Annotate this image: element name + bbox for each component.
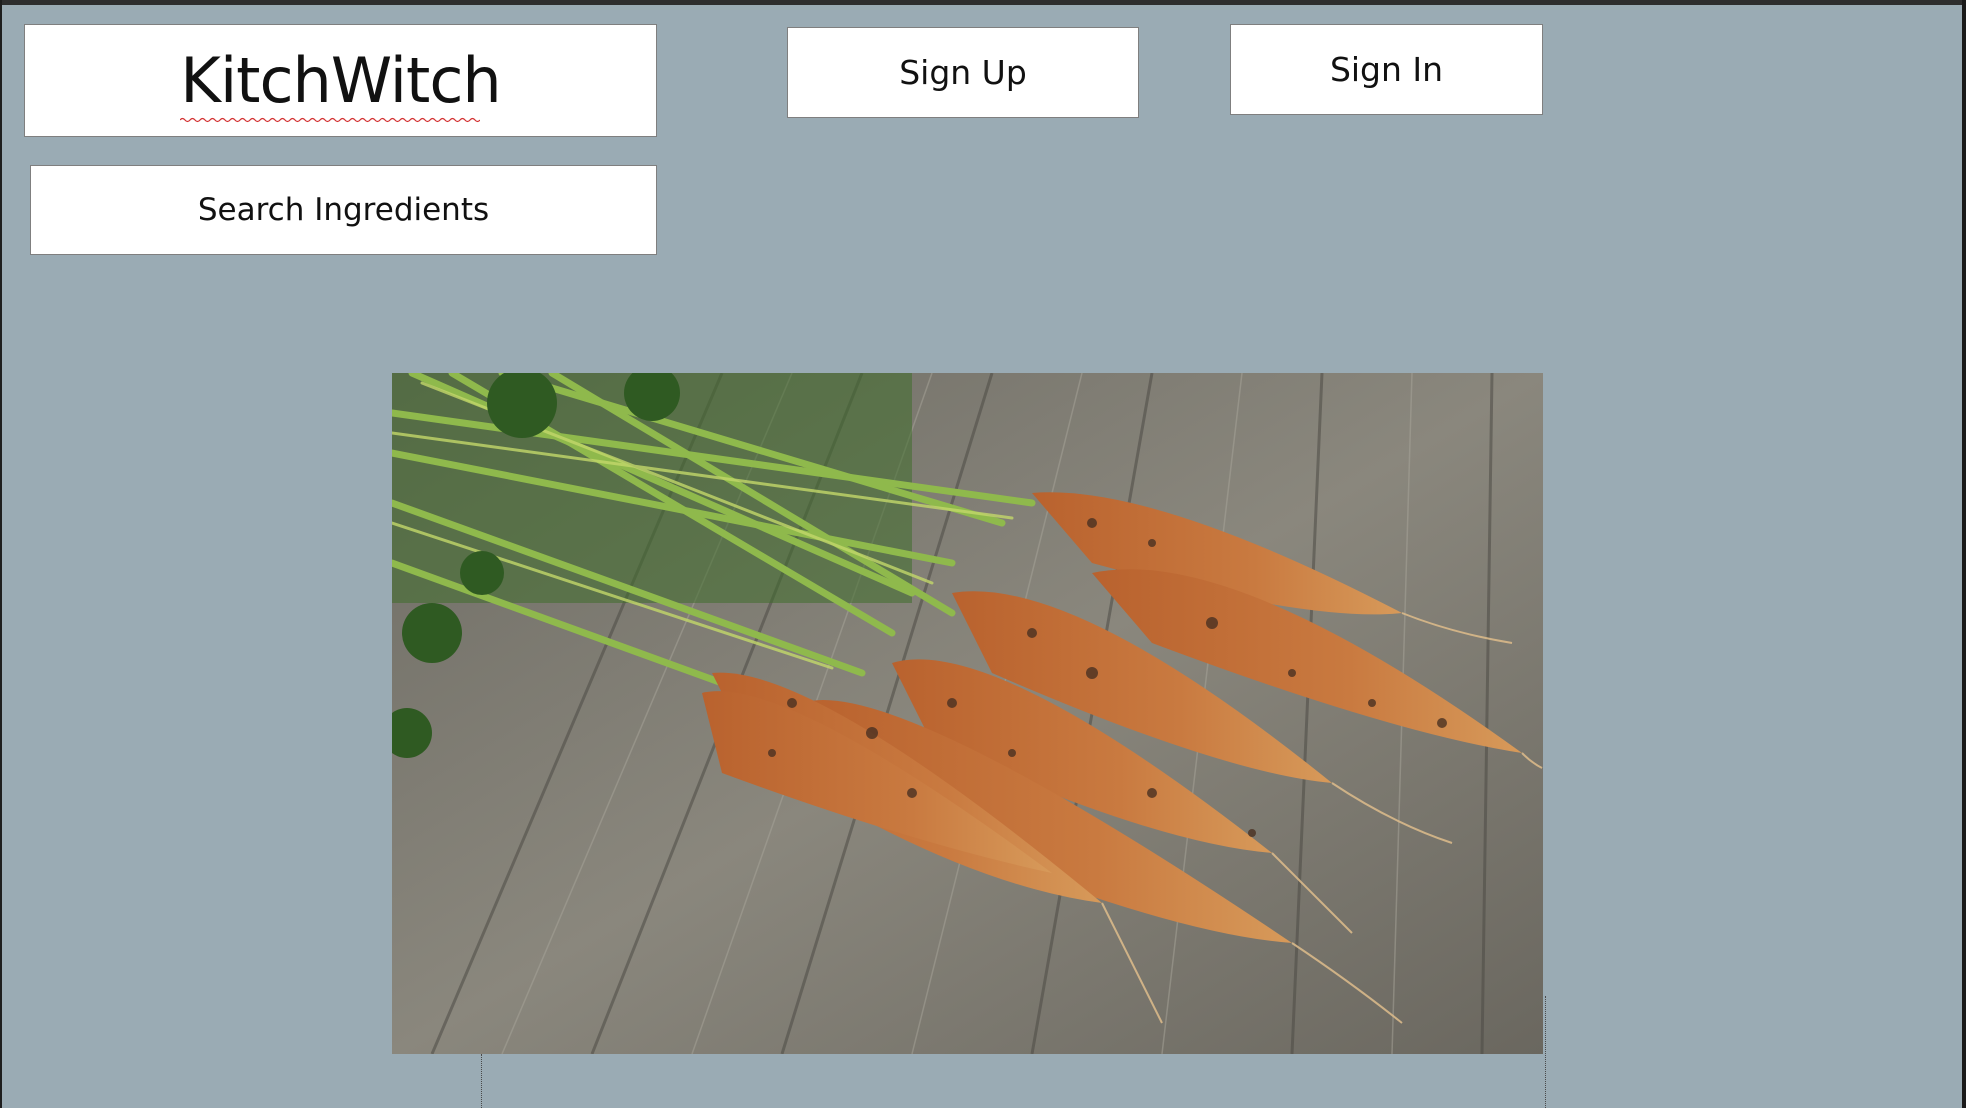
window-right-edge <box>1962 0 1966 1108</box>
logo-box: KitchWitch <box>24 24 657 137</box>
sign-in-label: Sign In <box>1329 50 1444 89</box>
sign-in-button[interactable]: Sign In <box>1230 24 1543 115</box>
guide-line-left <box>481 1054 482 1108</box>
window-top-bar <box>0 0 1966 5</box>
logo-label: KitchWitch <box>180 44 501 117</box>
window-left-edge <box>0 0 2 1108</box>
search-ingredients-label: Search Ingredients <box>197 192 490 228</box>
search-ingredients-button[interactable]: Search Ingredients <box>30 165 657 255</box>
spellcheck-underline <box>180 117 481 123</box>
sign-up-button[interactable]: Sign Up <box>787 27 1139 118</box>
guide-line-right <box>1545 996 1546 1108</box>
sign-up-label: Sign Up <box>899 53 1027 92</box>
carrots-photo <box>392 373 1543 1054</box>
logo-text: KitchWitch <box>180 44 502 123</box>
